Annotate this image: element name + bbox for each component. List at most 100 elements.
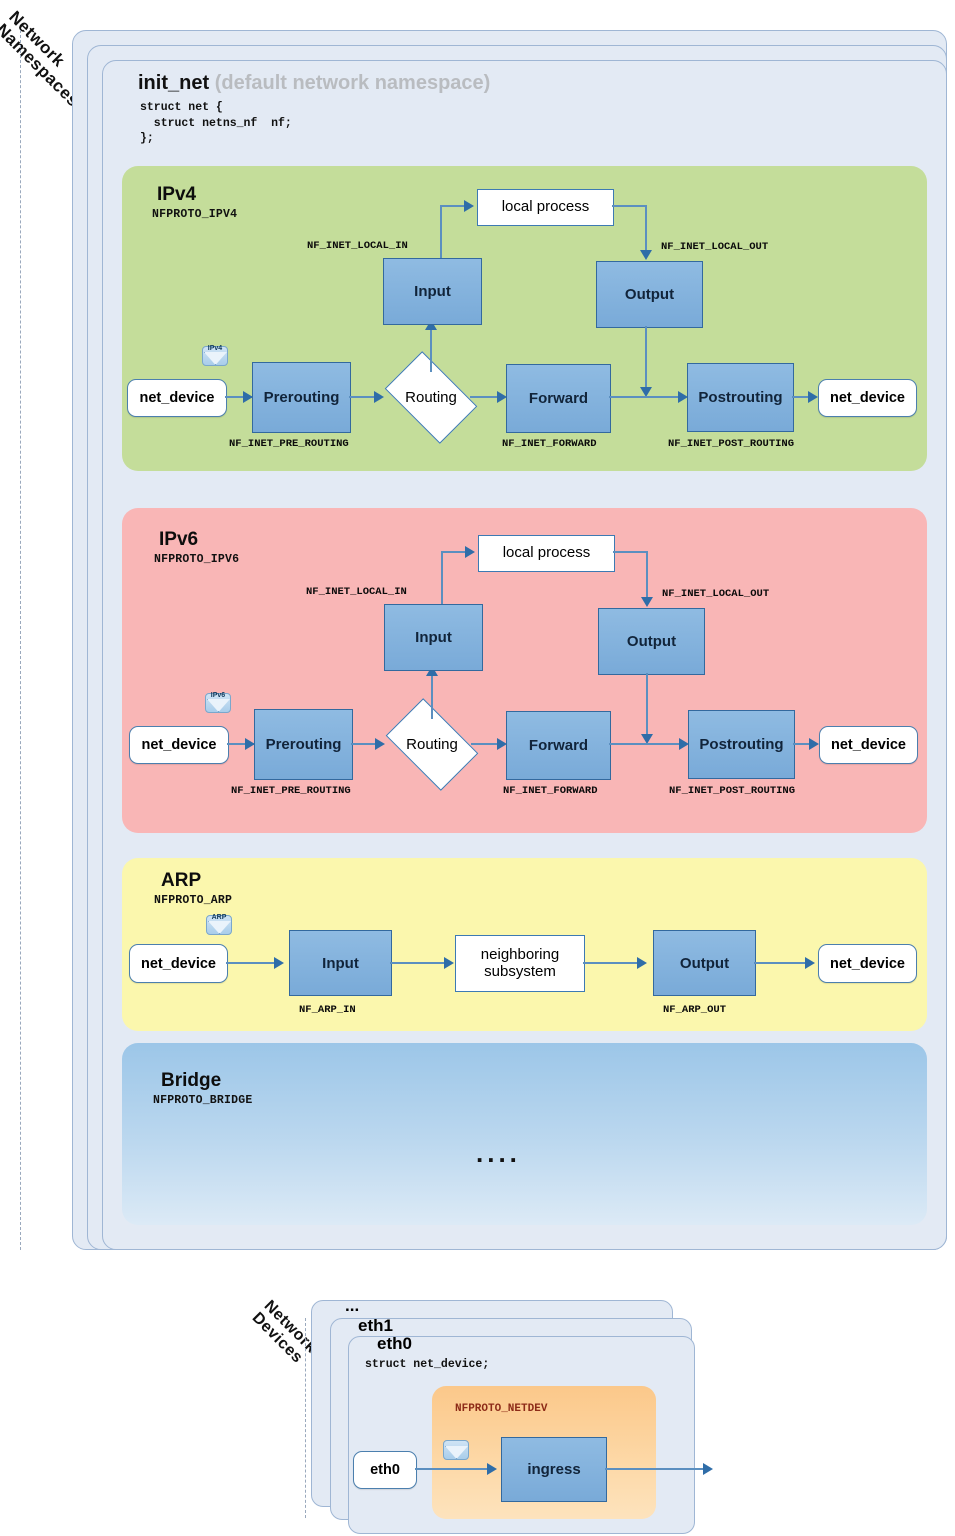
ipv6-routing-label: Routing <box>406 736 458 753</box>
ipv4-input-hook[interactable]: Input <box>383 258 482 325</box>
ipv6-local-process[interactable]: local process <box>478 535 615 572</box>
arp-arrow-output-dev <box>805 957 815 969</box>
packet-icon-arp-label: ARP <box>211 914 227 921</box>
ipv4-output-hook[interactable]: Output <box>596 261 703 328</box>
ipv6-line-localproc-out <box>613 551 648 553</box>
arp-arrow-neigh-output <box>637 957 647 969</box>
ipv6-arrow-localproc <box>465 546 475 558</box>
ipv4-prerouting-label: NF_INET_PRE_ROUTING <box>229 438 349 450</box>
family-title-ipv6: IPv6 <box>159 529 199 550</box>
ipv6-arrow-output <box>641 597 653 607</box>
arp-output-hook[interactable]: Output <box>653 930 756 996</box>
family-title-ipv4: IPv4 <box>157 184 197 205</box>
ipv6-routing-decision[interactable]: Routing <box>385 698 479 791</box>
arp-arrow-dev-input <box>274 957 284 969</box>
arp-out-label: NF_ARP_OUT <box>663 1004 727 1016</box>
family-title-arp: ARP <box>161 870 202 891</box>
packet-icon-ipv4: IPv4 <box>202 345 228 366</box>
arp-line-input-neigh <box>390 962 452 964</box>
ipv6-local-in-label: NF_INET_LOCAL_IN <box>306 586 407 598</box>
ipv6-output-hook[interactable]: Output <box>598 608 705 675</box>
ipv6-forward-label: NF_INET_FORWARD <box>503 785 598 797</box>
ipv6-line-routing-input <box>431 672 433 719</box>
netdev-proto-label: NFPROTO_NETDEV <box>455 1403 548 1415</box>
packet-icon-arp: ARP <box>206 914 232 935</box>
family-proto-bridge: NFPROTO_BRIDGE <box>153 1094 253 1107</box>
ipv6-postrouting-label: NF_INET_POST_ROUTING <box>669 785 796 797</box>
ipv6-line-out-down <box>646 551 648 600</box>
ipv4-line-input-up <box>440 206 442 258</box>
ipv6-postrouting-hook[interactable]: Postrouting <box>688 710 795 779</box>
ipv4-in-net-device[interactable]: net_device <box>127 379 227 417</box>
ipv4-forward-label: NF_INET_FORWARD <box>502 438 597 450</box>
ipv4-line-out-down <box>645 205 647 253</box>
init-net-title: init_net (default network namespace) <box>138 72 490 95</box>
netdev-ingress-hook[interactable]: ingress <box>501 1437 607 1502</box>
ipv6-line-output-down <box>646 673 648 737</box>
ipv4-routing-decision[interactable]: Routing <box>384 351 478 444</box>
ipv6-prerouting-hook[interactable]: Prerouting <box>254 709 353 780</box>
ipv4-local-in-label: NF_INET_LOCAL_IN <box>307 240 408 252</box>
ipv6-in-net-device[interactable]: net_device <box>129 726 229 764</box>
ipv6-out-net-device[interactable]: net_device <box>819 726 918 764</box>
device-card-more-title: ... <box>345 1296 360 1315</box>
ipv4-line-forward-post <box>609 396 684 398</box>
ipv6-arrow-pre-routing <box>375 738 385 750</box>
ipv4-forward-hook[interactable]: Forward <box>506 364 611 433</box>
packet-icon-ipv6: IPv6 <box>205 692 231 713</box>
netdev-arrow-eth0-ingress <box>487 1463 497 1475</box>
device-card-eth1-title: eth1 <box>358 1316 393 1335</box>
family-panel-bridge <box>122 1043 927 1225</box>
ipv4-arrow-pre-routing <box>374 391 384 403</box>
netdev-eth0-pill[interactable]: eth0 <box>353 1451 417 1489</box>
ipv4-local-process[interactable]: local process <box>477 189 614 226</box>
namespace-boundary-dashed <box>20 30 21 1250</box>
init-net-name: init_net <box>138 72 210 94</box>
ipv4-line-localproc-out <box>612 205 647 207</box>
ipv4-out-net-device[interactable]: net_device <box>818 379 917 417</box>
init-net-code: struct net { struct netns_nf nf; }; <box>140 101 292 146</box>
ipv4-routing-label: Routing <box>405 389 457 406</box>
packet-icon-ipv6-label: IPv6 <box>210 692 226 699</box>
ipv6-input-hook[interactable]: Input <box>384 604 483 671</box>
family-proto-arp: NFPROTO_ARP <box>154 894 233 907</box>
init-net-subtitle: (default network namespace) <box>214 72 491 94</box>
device-struct-code: struct net_device; <box>365 1358 490 1371</box>
ipv4-postrouting-label: NF_INET_POST_ROUTING <box>668 438 795 450</box>
netdev-line-eth0-ingress <box>415 1468 494 1470</box>
packet-icon-netdev <box>443 1440 469 1460</box>
family-proto-ipv6: NFPROTO_IPV6 <box>154 553 240 566</box>
ipv6-local-out-label: NF_INET_LOCAL_OUT <box>662 588 770 600</box>
network-devices-label: Network Devices <box>248 1297 320 1369</box>
ipv4-line-output-down <box>645 326 647 390</box>
ipv4-line-routing-input <box>430 326 432 372</box>
arp-out-net-device[interactable]: net_device <box>818 944 917 983</box>
ipv6-forward-hook[interactable]: Forward <box>506 711 611 780</box>
family-proto-ipv4: NFPROTO_IPV4 <box>152 208 238 221</box>
arp-neighboring-subsystem[interactable]: neighboring subsystem <box>455 935 585 992</box>
arp-line-output-dev <box>754 962 812 964</box>
netdev-arrow-exit <box>703 1463 713 1475</box>
packet-icon-ipv4-label: IPv4 <box>207 345 223 352</box>
ipv4-arrow-post-dev <box>808 391 818 403</box>
family-title-bridge: Bridge <box>161 1070 222 1091</box>
arp-in-label: NF_ARP_IN <box>299 1004 356 1016</box>
ipv4-arrow-output <box>640 250 652 260</box>
ipv6-line-forward-post <box>609 743 685 745</box>
ipv6-line-input-up <box>441 552 443 604</box>
ipv6-arrow-post-dev <box>809 738 819 750</box>
ipv4-arrow-localproc <box>464 200 474 212</box>
ipv4-prerouting-hook[interactable]: Prerouting <box>252 362 351 433</box>
arp-line-neigh-output <box>583 962 645 964</box>
arp-input-hook[interactable]: Input <box>289 930 392 996</box>
arp-in-net-device[interactable]: net_device <box>129 944 228 983</box>
arp-line-dev-input <box>226 962 281 964</box>
netdev-line-ingress-exit <box>605 1468 705 1470</box>
ipv4-postrouting-hook[interactable]: Postrouting <box>687 363 794 432</box>
device-card-eth0-title: eth0 <box>377 1334 412 1353</box>
device-boundary-dashed <box>305 1318 306 1518</box>
ipv4-local-out-label: NF_INET_LOCAL_OUT <box>661 241 769 253</box>
bridge-ellipsis: .... <box>476 1138 521 1168</box>
arp-neighboring-label: neighboring subsystem <box>480 945 560 980</box>
ipv6-prerouting-label: NF_INET_PRE_ROUTING <box>231 785 351 797</box>
